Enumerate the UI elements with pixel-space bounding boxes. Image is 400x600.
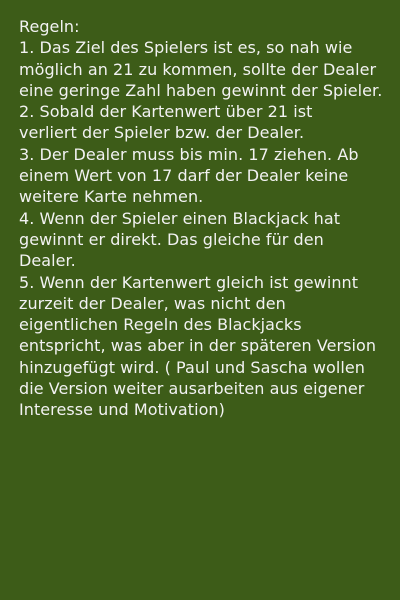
- rules-title: Regeln:: [19, 17, 80, 36]
- rule-line: 3. Der Dealer muss bis min. 17 ziehen. A…: [19, 144, 359, 164]
- rule-line: zurzeit der Dealer, was nicht den: [19, 293, 286, 313]
- rule-line: hinzugefügt wird. ( Paul und Sascha woll…: [19, 357, 365, 377]
- rule-line: die Version weiter ausarbeiten aus eigen…: [19, 379, 365, 399]
- rules-text: Regeln: 1. Das Ziel des Spielers ist es,…: [19, 16, 397, 421]
- rule-line: eigentlichen Regeln des Blackjacks: [19, 315, 302, 335]
- rule-line: 1. Das Ziel des Spielers ist es, so nah …: [19, 38, 353, 58]
- rule-line: weitere Karte nehmen.: [19, 187, 204, 207]
- rule-line: 5. Wenn der Kartenwert gleich ist gewinn…: [19, 272, 359, 292]
- rule-line: entspricht, was aber in der späteren Ver…: [19, 336, 377, 356]
- rule-line: eine geringe Zahl haben gewinnt der Spie…: [19, 80, 383, 100]
- rule-line: verliert der Spieler bzw. der Dealer.: [19, 123, 305, 143]
- rule-line: 4. Wenn der Spieler einen Blackjack hat: [19, 208, 341, 228]
- rule-line: möglich an 21 zu kommen, sollte der Deal…: [19, 59, 377, 79]
- rules-panel: Regeln: 1. Das Ziel des Spielers ist es,…: [0, 0, 400, 600]
- rule-line: einem Wert von 17 darf der Dealer keine: [19, 166, 349, 186]
- rule-line: Dealer.: [19, 251, 76, 271]
- rule-line: gewinnt er direkt. Das gleiche für den: [19, 229, 324, 249]
- rule-line: Interesse und Motivation): [19, 400, 225, 420]
- rule-line: 2. Sobald der Kartenwert über 21 ist: [19, 102, 313, 122]
